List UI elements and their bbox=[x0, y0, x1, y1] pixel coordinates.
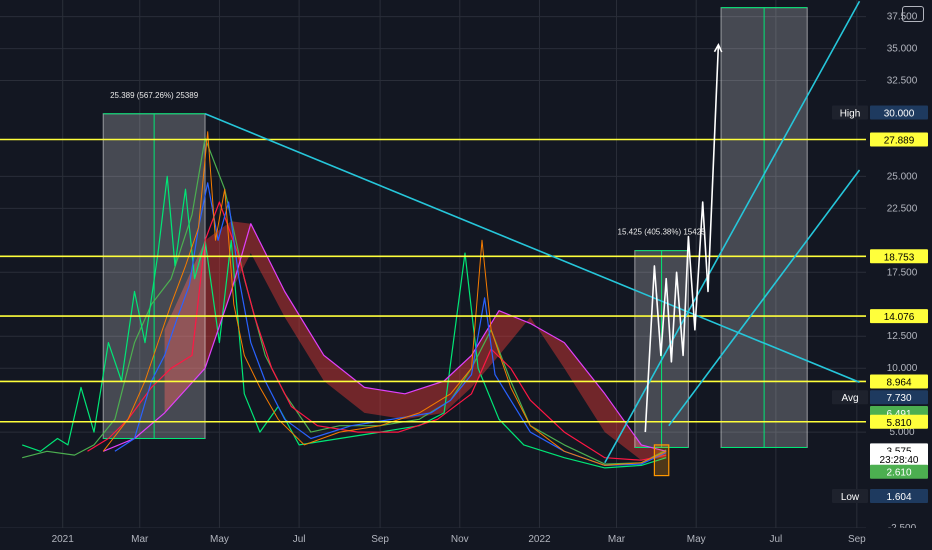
price-tag-label: Avg bbox=[841, 393, 858, 404]
x-tick-label: Sep bbox=[371, 534, 389, 545]
price-tag: 2.610 bbox=[870, 464, 928, 479]
price-tag: 7.730 Avg bbox=[832, 390, 928, 405]
price-tag-value: 14.076 bbox=[884, 312, 915, 323]
price-tag-value: 18.753 bbox=[884, 252, 915, 263]
price-tag: 1.604 Low bbox=[832, 489, 928, 504]
x-tick-label: Mar bbox=[608, 534, 626, 545]
y-tick-label: 10.000 bbox=[887, 363, 918, 374]
y-tick-label: 5.000 bbox=[889, 427, 914, 438]
y-tick-label: 25.000 bbox=[887, 171, 918, 182]
x-tick-label: 2021 bbox=[52, 534, 75, 545]
price-tag-value: 5.810 bbox=[886, 418, 911, 429]
price-tag: 8.964 bbox=[870, 374, 928, 389]
x-tick-label: 2022 bbox=[528, 534, 551, 545]
price-tag-value: 1.604 bbox=[886, 492, 911, 503]
price-tag-value: 23:28:40 bbox=[880, 455, 919, 466]
price-tag-label: Low bbox=[841, 492, 860, 503]
price-tag: 30.000 High bbox=[832, 105, 928, 120]
measurement-label: 15.425 (405.38%) 15425 bbox=[618, 228, 707, 237]
y-tick-label: 12.500 bbox=[887, 331, 918, 342]
x-tick-label: Jul bbox=[293, 534, 306, 545]
price-tag-value: 30.000 bbox=[884, 109, 915, 120]
price-tag-label: High bbox=[840, 109, 861, 120]
y-tick-label: 17.500 bbox=[887, 267, 918, 278]
price-tag-value: 8.964 bbox=[886, 377, 911, 388]
price-tag: 18.753 bbox=[870, 249, 928, 264]
price-tag: 5.810 bbox=[870, 414, 928, 429]
price-tag-value: 7.730 bbox=[886, 393, 911, 404]
price-tag-value: 27.889 bbox=[884, 135, 915, 146]
chart-menu-button[interactable] bbox=[902, 6, 924, 22]
x-tick-label: Mar bbox=[131, 534, 149, 545]
y-tick-label: 22.500 bbox=[887, 203, 918, 214]
measurement-label: 25.389 (567.26%) 25389 bbox=[110, 91, 199, 100]
x-tick-label: May bbox=[687, 534, 706, 545]
price-tag: 27.889 bbox=[870, 132, 928, 147]
current-price-box bbox=[653, 444, 670, 477]
x-axis[interactable]: 2021 Mar May Jul Sep Nov 2022 Mar May Jul Sep bbox=[0, 528, 932, 550]
chart-canvas[interactable]: 25.389 (567.26%) 25389 15.425 (405.38%) 1… bbox=[0, 0, 932, 550]
price-tag: 14.076 bbox=[870, 309, 928, 324]
price-tag-value: 2.610 bbox=[886, 468, 911, 479]
x-tick-label: Jul bbox=[769, 534, 782, 545]
y-tick-label: 32.500 bbox=[887, 76, 918, 87]
price-tag: 23:28:40 bbox=[870, 451, 928, 466]
x-tick-label: May bbox=[210, 534, 229, 545]
current-price-box bbox=[653, 444, 670, 477]
x-tick-label: Sep bbox=[848, 534, 866, 545]
y-tick-label: 35.000 bbox=[887, 44, 918, 55]
x-tick-label: Nov bbox=[451, 534, 469, 545]
